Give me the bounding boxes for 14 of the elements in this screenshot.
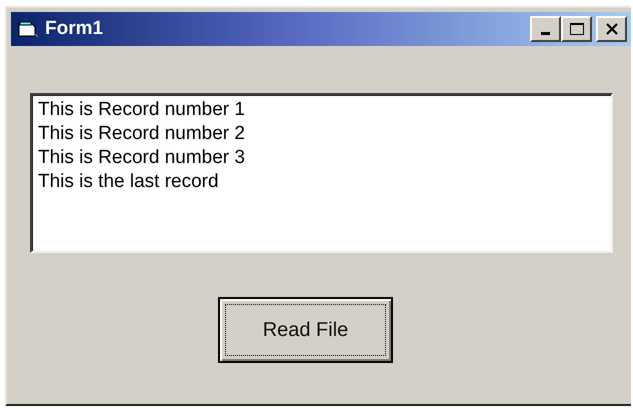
- minimize-icon: [541, 32, 550, 35]
- text-line: This is Record number 3: [38, 146, 246, 170]
- text-line: This is Record number 2: [38, 122, 246, 146]
- text-area[interactable]: This is Record number 1 This is Record number 2 This is Record number 3 This is the last record: [30, 93, 613, 253]
- window-icon: [17, 20, 39, 38]
- close-button[interactable]: [596, 16, 627, 42]
- maximize-icon: [568, 22, 584, 36]
- window-title: Form1: [45, 18, 104, 40]
- minimize-button[interactable]: [530, 16, 561, 42]
- close-icon: [604, 22, 618, 36]
- read-file-button[interactable]: Read File: [218, 297, 393, 363]
- maximize-button[interactable]: [561, 16, 592, 42]
- text-line: This is Record number 1: [38, 98, 246, 122]
- text-line: This is the last record: [38, 170, 220, 194]
